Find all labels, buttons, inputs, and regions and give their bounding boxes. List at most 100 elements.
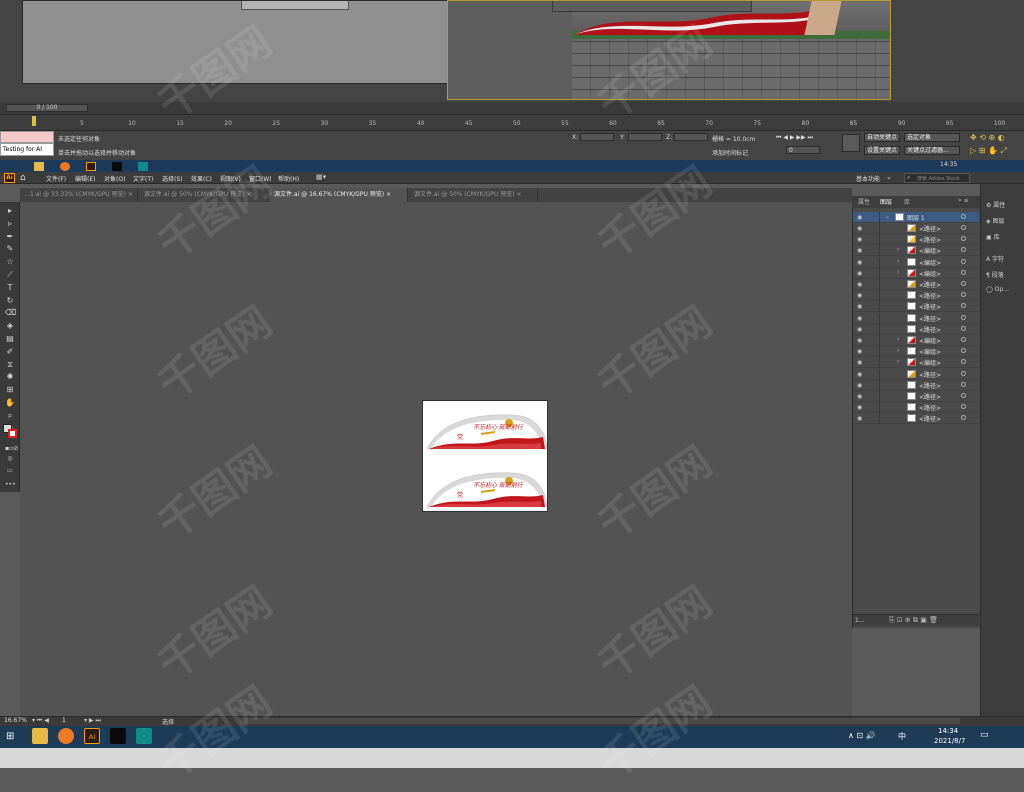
menu-item[interactable]: 视图(V) [220, 174, 241, 183]
home-icon[interactable]: ⌂ [20, 173, 26, 183]
ime-indicator[interactable]: 中 [898, 731, 906, 742]
target-icon[interactable] [961, 381, 966, 387]
eye-icon[interactable]: ◉ [857, 359, 862, 366]
gradient-tool-icon[interactable]: ▤ [5, 334, 15, 344]
target-icon[interactable] [961, 292, 966, 298]
layer-row[interactable]: ◉ › <编组> [853, 267, 979, 279]
layer-row[interactable]: ◉ <路径> [853, 301, 979, 313]
layer-row[interactable]: ◉ <路径> [853, 323, 979, 335]
menu-item[interactable]: 选择(S) [162, 174, 183, 183]
document-tab[interactable]: …1.ai @ 33.33% (CMYK/GPU 预览) × [20, 188, 138, 202]
dock-item-character[interactable]: A 字符 [986, 254, 1004, 263]
target-icon[interactable] [961, 236, 966, 242]
taskbar-time[interactable]: 14:34 [938, 727, 958, 735]
coord-x-field[interactable] [580, 133, 614, 141]
document-tab[interactable]: 源文件.ai @ 50% (CMYK/GPU 预览) × [410, 188, 538, 202]
chevron-right-icon[interactable]: › [897, 336, 899, 343]
frame-counter[interactable]: 0 / 100 [6, 104, 88, 112]
folder-icon[interactable] [34, 162, 44, 171]
eye-icon[interactable]: ◉ [857, 247, 862, 254]
notification-icon[interactable]: ▭ [980, 730, 989, 740]
folder-icon[interactable] [32, 728, 48, 744]
layer-row[interactable]: ◉ <路径> [853, 234, 979, 246]
artboard-tool-icon[interactable]: ⊞ [5, 385, 15, 395]
windows-start-icon[interactable]: ⊞ [6, 731, 14, 742]
target-icon[interactable] [961, 404, 966, 410]
target-icon[interactable] [961, 225, 966, 230]
eye-icon[interactable]: ◉ [857, 225, 862, 232]
target-icon[interactable] [961, 359, 966, 365]
type-tool-icon[interactable]: T [5, 283, 15, 293]
panel-menu-icon[interactable]: » ≡ [958, 197, 969, 204]
chevron-down-icon[interactable]: ⌄ [886, 173, 892, 181]
eye-icon[interactable]: ◉ [857, 303, 862, 310]
target-icon[interactable] [961, 247, 966, 253]
layer-row[interactable]: ◉ <路径> [853, 379, 979, 391]
target-icon[interactable] [961, 325, 966, 331]
target-icon[interactable] [961, 393, 966, 398]
selection-tool-icon[interactable]: ▸ [5, 206, 15, 216]
illustrator-icon[interactable] [86, 162, 96, 171]
draw-mode-icon[interactable]: ◎ [5, 454, 15, 464]
eye-icon[interactable]: ◉ [857, 281, 862, 288]
pen-tool-icon[interactable]: ✒ [5, 232, 15, 242]
paintbrush-tool-icon[interactable]: ⟋ [5, 270, 15, 280]
chevron-right-icon[interactable]: › [897, 358, 899, 365]
time-slider[interactable] [0, 102, 1024, 114]
target-icon[interactable] [961, 348, 966, 354]
layer-row[interactable]: ◉ <路径> [853, 279, 979, 290]
eye-icon[interactable]: ◉ [857, 393, 862, 400]
eye-icon[interactable]: ◉ [857, 415, 862, 422]
illustrator-icon[interactable]: Ai [84, 728, 100, 744]
maxscript-listener-input[interactable] [0, 131, 54, 143]
app-icon[interactable] [110, 728, 126, 744]
layer-row[interactable]: ◉ <路径> [853, 312, 979, 324]
set-key-button[interactable]: 设置关键点 [864, 146, 901, 155]
chevron-right-icon[interactable]: › [897, 258, 899, 265]
eye-icon[interactable]: ◉ [857, 404, 862, 411]
shape-builder-icon[interactable]: ◈ [5, 321, 15, 331]
direct-selection-tool-icon[interactable]: ▹ [5, 219, 15, 229]
track-key-marker[interactable] [32, 116, 36, 126]
perspective-viewport[interactable] [447, 0, 891, 100]
dock-item-properties[interactable]: ⚙ 属性 [986, 200, 1005, 209]
close-icon[interactable]: × [384, 191, 391, 198]
eye-icon[interactable]: ◉ [857, 326, 862, 333]
browser-icon[interactable] [58, 728, 74, 744]
target-icon[interactable] [961, 269, 966, 275]
current-frame-field[interactable]: 0 [786, 146, 820, 154]
layer-row[interactable]: ◉ › <编组> [853, 335, 979, 346]
chevron-right-icon[interactable]: › [897, 347, 899, 354]
eye-icon[interactable]: ◉ [857, 259, 862, 266]
color-mode-icon[interactable]: ▪▫⊘ [5, 444, 18, 454]
target-icon[interactable] [961, 314, 966, 320]
eye-icon[interactable]: ◉ [857, 348, 862, 355]
layer-row[interactable]: ◉ › <编组> [853, 346, 979, 358]
horizontal-scrollbar[interactable] [240, 718, 960, 724]
maxscript-listener-output[interactable]: Testing for AI [0, 143, 54, 156]
eye-icon[interactable]: ◉ [857, 382, 862, 389]
artboard-nav-icon[interactable]: ▾ ⏮ ◀ [32, 717, 49, 725]
auto-key-button[interactable]: 自动关键点 [864, 133, 901, 142]
layer-row[interactable]: ◉ › <编组> [853, 357, 979, 369]
eye-icon[interactable]: ◉ [857, 236, 862, 243]
dock-item-libraries[interactable]: ▣ 库 [986, 232, 1000, 241]
stroke-color-swatch[interactable] [8, 429, 17, 438]
target-icon[interactable] [961, 303, 966, 309]
layer-row[interactable]: ◉ › <编组> [853, 245, 979, 257]
artboard[interactable]: 不忘初心 砥砺前行 不忘初心 砥砺前行 党 党 [422, 400, 548, 512]
close-icon[interactable]: × [126, 191, 133, 198]
add-time-tag-button[interactable]: 添加时间标记 [712, 148, 748, 157]
selection-set-dropdown[interactable]: 选定对象 [904, 133, 960, 142]
key-mode-icon[interactable] [842, 134, 860, 152]
playback-controls-icon[interactable]: ⏮ ◀ ▶ ▶▶ ⏭ [776, 134, 813, 142]
eye-icon[interactable]: ◉ [857, 270, 862, 277]
key-filters-button[interactable]: 关键点过滤器... [904, 146, 960, 155]
viewport-nav-icons-2[interactable]: ▷ ⊞ ✋ ⤢ [970, 146, 1007, 156]
panel-tab-layers[interactable]: 图层 [880, 197, 892, 206]
menu-item[interactable]: 文件(F) [46, 174, 66, 183]
target-icon[interactable] [961, 258, 966, 264]
more-tools-icon[interactable]: ••• [5, 480, 16, 490]
taskbar-date[interactable]: 2021/8/7 [934, 737, 965, 745]
menu-item[interactable]: 窗口(W) [249, 174, 272, 183]
